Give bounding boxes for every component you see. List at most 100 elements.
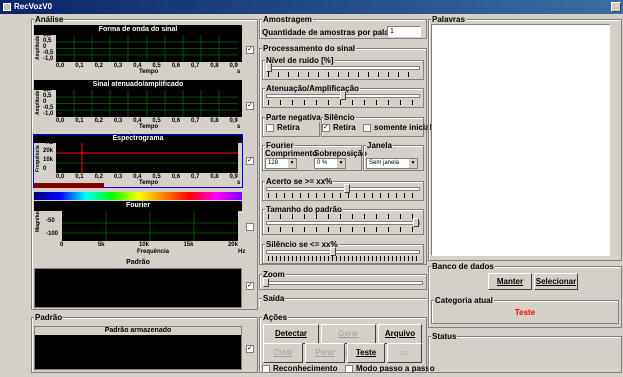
window-titlebar: RecVozV0 bbox=[0, 0, 623, 14]
manter-button[interactable]: Manter bbox=[488, 273, 532, 290]
gerar-amostras-button[interactable]: Gerar amostras bbox=[321, 324, 376, 356]
attenuated-checkbox[interactable]: ✓ bbox=[246, 102, 254, 110]
fourier-ylabel: Magnitude bbox=[35, 207, 41, 232]
fourier-yticks: 0 -50 -100 bbox=[46, 205, 59, 237]
fourier-plot bbox=[62, 211, 238, 241]
zoom-slider-thumb[interactable] bbox=[263, 278, 269, 287]
parte-negativa-retira: Retira bbox=[277, 123, 300, 132]
fourier-xlabel: Frequência bbox=[137, 249, 170, 255]
silencio-se-slider-track[interactable] bbox=[266, 250, 420, 254]
analise-title: Análise bbox=[34, 15, 65, 24]
spectrogram-unit: s bbox=[237, 180, 241, 186]
waveform-checkbox[interactable]: ✓ bbox=[246, 46, 254, 54]
fourier-unit: Hz bbox=[238, 249, 246, 255]
arquivo-button[interactable]: Arquivo bbox=[378, 324, 422, 344]
padrao-stored-checkbox[interactable]: ✓ bbox=[246, 345, 254, 353]
chevron-down-icon[interactable]: ▼ bbox=[288, 159, 296, 168]
spectrogram-xlabel: Tempo bbox=[139, 180, 159, 186]
floppy-icon: ▭ bbox=[400, 348, 409, 357]
status-label: Status bbox=[431, 332, 458, 341]
processamento-title: Processamento do sinal bbox=[262, 44, 357, 53]
ruido-label: Nível de ruído [%] bbox=[265, 56, 335, 65]
palavras-list[interactable] bbox=[431, 24, 610, 256]
spectrogram-colorbar bbox=[34, 192, 242, 200]
attenuated-plot bbox=[56, 90, 238, 117]
attenuated-xaxis: 0,0 0,1 0,2 0,3 0,4 0,5 0,6 0,7 0,8 0,9 Tempo s bbox=[34, 117, 242, 131]
close-icon[interactable] bbox=[611, 2, 621, 12]
tamanho-label: Tamanho do padrão bbox=[265, 205, 343, 214]
parte-negativa-title: Parte negativa bbox=[265, 113, 322, 122]
comprimento-label: Comprimento bbox=[265, 149, 317, 158]
attenuated-title: Sinal atenuado/amplificado bbox=[92, 81, 184, 88]
spectrogram-level-bar bbox=[34, 183, 104, 188]
ruido-slider-track[interactable] bbox=[266, 66, 420, 70]
chevron-down-icon[interactable]: ▼ bbox=[337, 159, 345, 168]
tamanho-slider-thumb[interactable] bbox=[413, 218, 419, 227]
fourier-checkbox[interactable] bbox=[246, 223, 254, 231]
spectrogram-hz: Hz bbox=[46, 140, 54, 146]
amostragem-input[interactable]: 1 bbox=[387, 26, 421, 37]
atenuacao-slider-thumb[interactable] bbox=[340, 91, 346, 100]
acoes-title: Ações bbox=[262, 313, 289, 322]
banco-title: Banco de dados bbox=[431, 262, 495, 271]
waveform-plot bbox=[56, 35, 238, 62]
detectar-ruido-button[interactable]: Detectar ruído bbox=[263, 324, 319, 356]
janela-title: Janela bbox=[366, 141, 393, 150]
spectrogram-yticks: 20k 10k 0 bbox=[43, 148, 54, 172]
saida-label: Saída bbox=[262, 294, 286, 303]
palavras-title: Palavras bbox=[431, 15, 466, 24]
app-icon bbox=[3, 3, 11, 11]
ouvir-button[interactable]: Ouvir bbox=[263, 343, 303, 363]
padrao-graph-checkbox[interactable]: ✓ bbox=[246, 282, 254, 290]
ruido-slider-thumb[interactable] bbox=[266, 63, 272, 72]
sobreposicao-select[interactable]: 0 % ▼ bbox=[314, 158, 346, 169]
spectrogram-ylabel: Frequência bbox=[35, 145, 41, 172]
waveform-xaxis: 0,0 0,1 0,2 0,3 0,4 0,5 0,6 0,7 0,8 0,9 Tempo s bbox=[34, 62, 242, 76]
silencio-se-slider-thumb[interactable] bbox=[330, 247, 336, 256]
attenuated-xlabel: Tempo bbox=[139, 124, 159, 130]
parar-button[interactable]: Parar bbox=[305, 343, 345, 363]
amostragem-label: Quantidade de amostras por palavra bbox=[262, 28, 401, 37]
attenuated-ylabel: Amplitude bbox=[35, 90, 41, 115]
window-title: RecVozV0 bbox=[14, 2, 53, 11]
categoria-title: Categoria atual bbox=[434, 296, 494, 305]
zoom-slider-track[interactable] bbox=[263, 281, 423, 285]
acerto-slider-track[interactable] bbox=[266, 187, 420, 191]
silencio-somente-checkbox[interactable] bbox=[363, 124, 371, 132]
acerto-slider-ticks bbox=[268, 193, 418, 198]
spectrogram-plot bbox=[56, 143, 238, 173]
tamanho-slider-ticks-top bbox=[268, 214, 418, 219]
sobreposicao-label: Sobreposição bbox=[314, 149, 367, 158]
status-group bbox=[428, 336, 622, 373]
amostragem-title: Amostragem bbox=[262, 15, 313, 24]
teste-button[interactable]: Teste bbox=[347, 343, 385, 363]
save-button[interactable]: ▭ bbox=[387, 343, 422, 363]
fourier-title: Fourier bbox=[125, 202, 151, 209]
parte-negativa-checkbox[interactable] bbox=[266, 124, 274, 132]
silencio-se-slider-ticks bbox=[268, 256, 418, 261]
janela-select[interactable]: Sem janela ▼ bbox=[366, 158, 418, 169]
attenuated-yticks: 1,0 0,5 0 -0,5 -1,0 bbox=[43, 87, 54, 117]
attenuated-unit: s bbox=[237, 124, 241, 130]
passo-a-passo-checkbox[interactable] bbox=[345, 365, 353, 373]
waveform-unit: s bbox=[237, 69, 241, 75]
silencio-se-label: Silêncio se <= xx% bbox=[265, 240, 339, 249]
reconhecimento-checkbox[interactable] bbox=[262, 365, 270, 373]
fourier-xaxis: 0 5k 10k 15k 20k Frequência Hz bbox=[60, 242, 246, 255]
waveform-yticks: 1,0 0,5 0 -0,5 -1,0 bbox=[43, 32, 54, 62]
padrao-graph-title: Padrão bbox=[126, 259, 150, 266]
selecionar-button[interactable]: Selecionar bbox=[534, 273, 578, 290]
waveform-title: Forma de onda do sinal bbox=[98, 26, 178, 33]
acerto-slider-thumb[interactable] bbox=[344, 184, 350, 193]
chevron-down-icon[interactable]: ▼ bbox=[409, 159, 417, 168]
silencio-somente-label: somente inicial bbox=[374, 123, 432, 132]
tamanho-slider-ticks bbox=[268, 227, 418, 232]
tamanho-slider-track[interactable] bbox=[266, 221, 420, 225]
silencio-title: Silêncio bbox=[323, 113, 356, 122]
comprimento-select[interactable]: 128 ▼ bbox=[265, 158, 297, 169]
spectrogram-checkbox[interactable]: ✓ bbox=[246, 157, 254, 165]
spectrogram-titlebar: Espectrograma bbox=[34, 135, 242, 143]
silencio-retira-checkbox[interactable]: ✓ bbox=[322, 124, 330, 132]
atenuacao-slider-ticks bbox=[268, 100, 418, 105]
ruido-slider-ticks bbox=[268, 72, 418, 77]
